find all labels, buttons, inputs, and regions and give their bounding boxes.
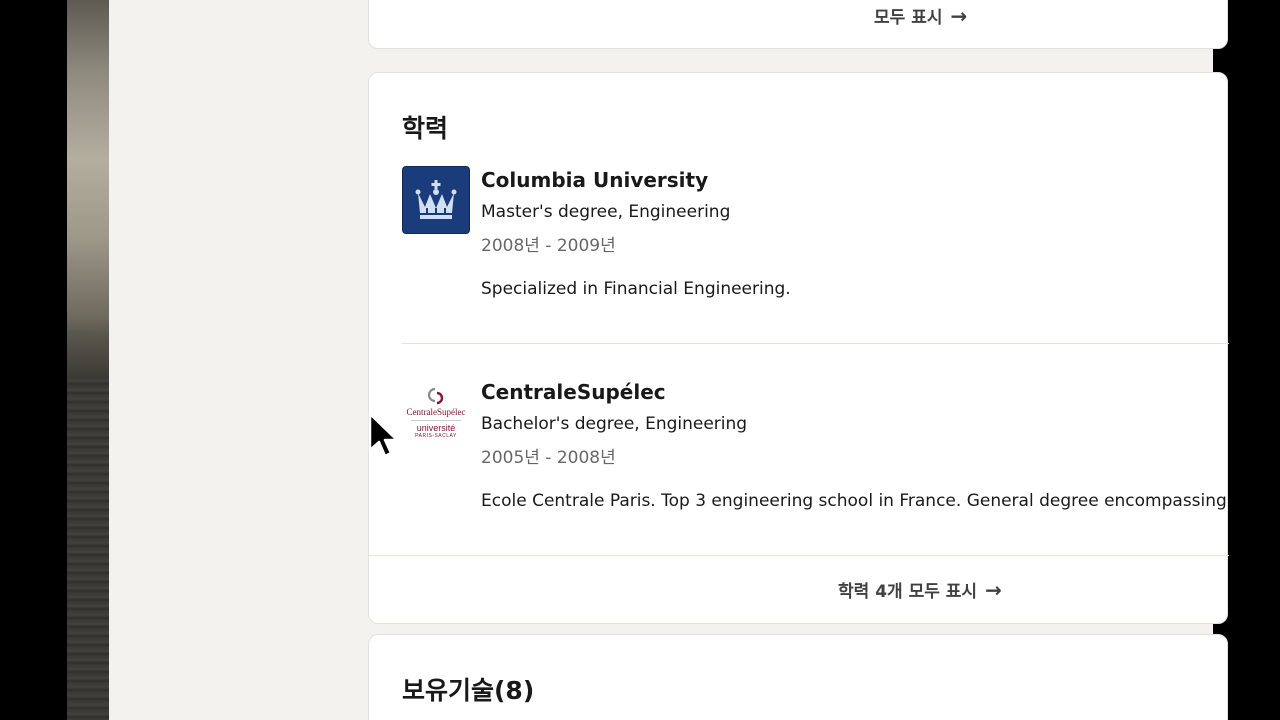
arrow-right-icon: → [950, 3, 968, 28]
school-name[interactable]: CentraleSupélec [481, 378, 1241, 406]
date-range: 2005년 - 2008년 [481, 448, 616, 468]
logo-subtext: université [416, 422, 456, 433]
left-letterbox [0, 0, 67, 720]
show-all-label: 모두 표시 [874, 8, 943, 28]
section-title: 보유기술(8) [402, 676, 535, 705]
education-item[interactable]: CentraleSupélec université PARIS-SACLAY … [402, 378, 1244, 528]
show-all-education-label: 학력 4개 모두 표시 [838, 582, 978, 602]
footer-divider [369, 555, 1229, 556]
background-photo [67, 0, 109, 720]
crown-icon [415, 180, 457, 219]
date-range: 2008년 - 2009년 [481, 236, 616, 256]
show-all-education-button[interactable]: 학력 4개 모두 표시 → [838, 577, 1002, 603]
skills-section: 보유기술(8) [368, 634, 1228, 720]
description: Specialized in Financial Engineering. [481, 279, 791, 299]
show-all-button[interactable]: 모두 표시 → [874, 3, 968, 29]
description: Ecole Centrale Paris. Top 3 engineering … [481, 491, 1244, 511]
degree: Master's degree, Engineering [481, 202, 731, 222]
education-info: Columbia University Master's degree, Eng… [481, 166, 1241, 300]
logo-subtext2: PARIS-SACLAY [415, 432, 457, 439]
centralesupelec-logo[interactable]: CentraleSupélec université PARIS-SACLAY [402, 378, 470, 446]
photo-water [67, 378, 109, 720]
previous-section-card: 모두 표시 → [368, 0, 1228, 49]
education-section: 학력 Columbia University Master's degree, … [368, 72, 1244, 624]
photo-hill [67, 330, 109, 378]
logo-separator [411, 419, 461, 421]
divider [402, 343, 1229, 344]
mouse-cursor-icon [368, 412, 399, 458]
education-info: CentraleSupélec Bachelor's degree, Engin… [481, 378, 1244, 512]
logo-text: CentraleSupélec [406, 406, 466, 417]
degree: Bachelor's degree, Engineering [481, 414, 748, 434]
section-title: 학력 [402, 114, 449, 143]
centralesupelec-mark-icon [427, 387, 444, 404]
education-item[interactable]: Columbia University Master's degree, Eng… [402, 166, 1229, 316]
arrow-right-icon: → [985, 577, 1002, 602]
columbia-crown-logo[interactable] [402, 166, 470, 234]
school-name[interactable]: Columbia University [481, 166, 1241, 194]
